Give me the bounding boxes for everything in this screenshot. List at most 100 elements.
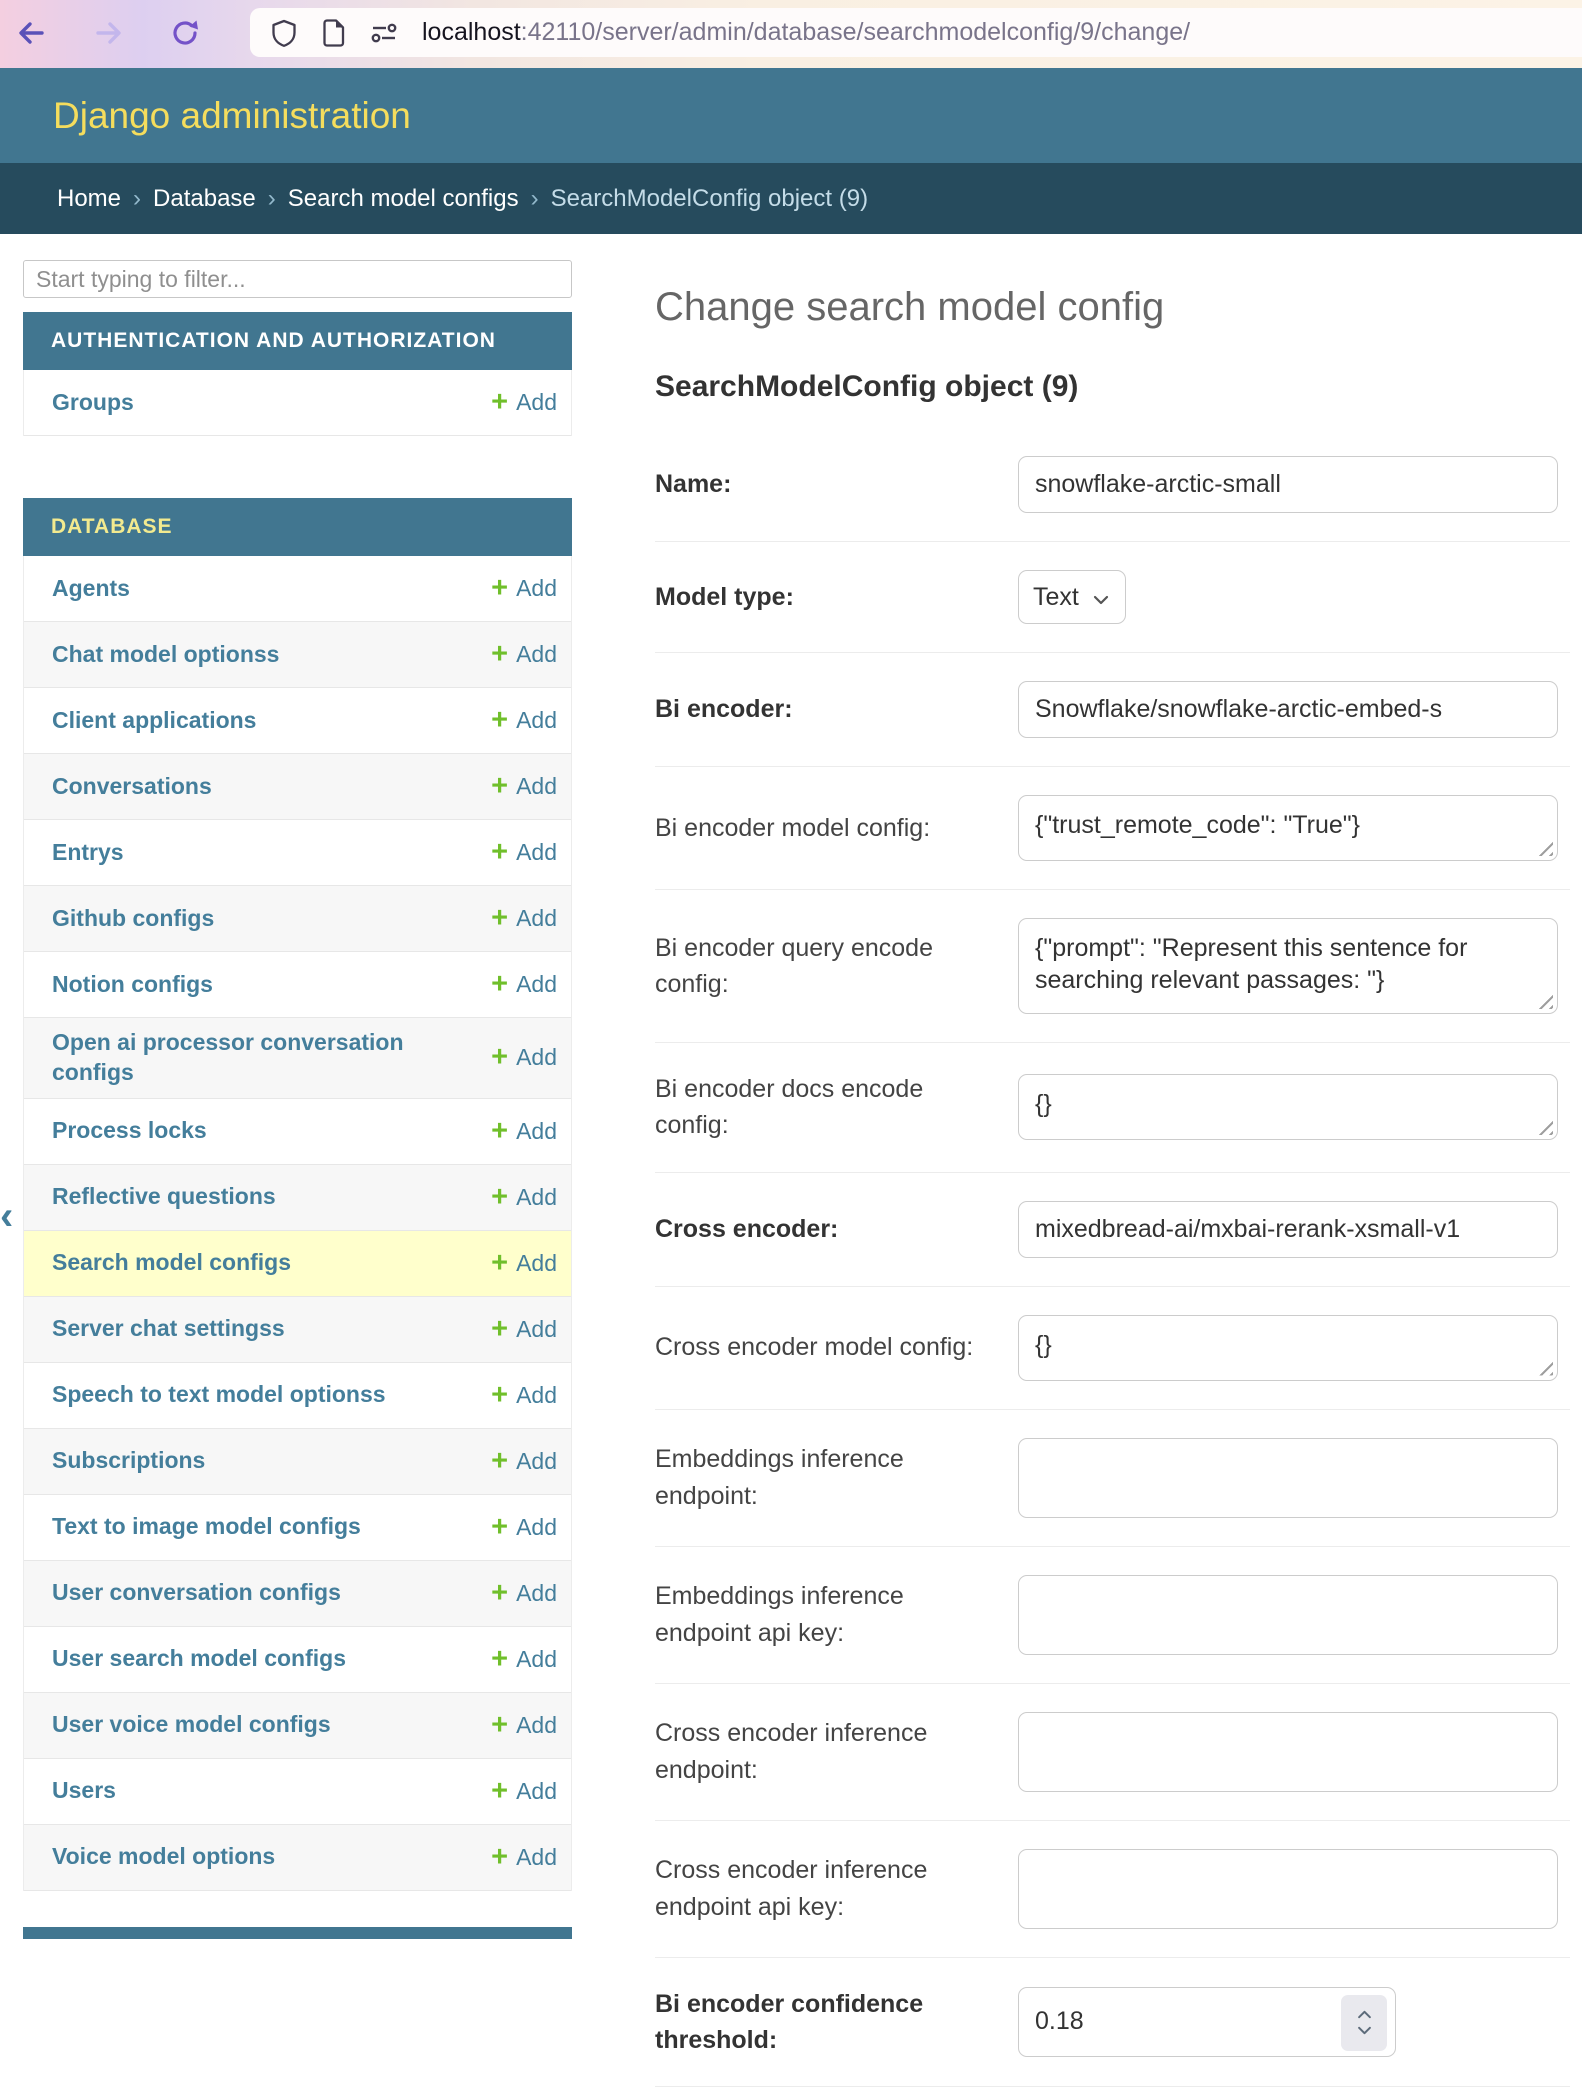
add-label: Add — [516, 1044, 557, 1071]
add-link-reflective-questions[interactable]: +Add — [491, 1183, 557, 1212]
sidebar-link-voice-model-options[interactable]: Voice model options — [52, 1842, 455, 1872]
add-link-conversations[interactable]: +Add — [491, 772, 557, 801]
sidebar-filter-input[interactable] — [23, 260, 572, 298]
sidebar-link-search-model-configs[interactable]: Search model configs — [52, 1248, 455, 1278]
breadcrumb-link-database[interactable]: Database — [153, 185, 256, 213]
shield-icon[interactable] — [268, 17, 300, 49]
add-link-open-ai-processor-conversation-configs[interactable]: +Add — [491, 1043, 557, 1072]
sidebar-link-client-applications[interactable]: Client applications — [52, 706, 455, 736]
cross-encoder-inference-endpoint-api-key-input[interactable] — [1018, 1849, 1558, 1929]
bi-encoder-docs-encode-config-textarea[interactable]: {} — [1018, 1074, 1558, 1140]
forward-icon[interactable] — [90, 14, 128, 52]
sidebar-link-server-chat-settingss[interactable]: Server chat settingss — [52, 1314, 455, 1344]
sidebar-section-caption-partial — [23, 1927, 572, 1939]
breadcrumb-current: SearchModelConfig object (9) — [551, 185, 869, 213]
sidebar-collapse-toggle[interactable]: ‹ — [0, 1196, 13, 1236]
breadcrumb-link-home[interactable]: Home — [57, 185, 121, 213]
field-label-embeddings-inference-endpoint-api-key: Embeddings inference endpoint api key: — [655, 1578, 1018, 1651]
cross-encoder-input[interactable]: mixedbread-ai/mxbai-rerank-xsmall-v1 — [1018, 1201, 1558, 1258]
cross-encoder-model-config-textarea[interactable]: {} — [1018, 1315, 1558, 1381]
sidebar-link-speech-to-text-model-optionss[interactable]: Speech to text model optionss — [52, 1380, 455, 1410]
sidebar-item-client-applications: Client applications +Add — [24, 688, 571, 754]
embeddings-inference-endpoint-api-key-input[interactable] — [1018, 1575, 1558, 1655]
add-plus-icon: + — [491, 1381, 508, 1410]
browser-toolbar: localhost:42110/server/admin/database/se… — [0, 0, 1582, 68]
bi-encoder-input[interactable]: Snowflake/snowflake-arctic-embed-s — [1018, 681, 1558, 738]
field-label-cross-encoder-inference-endpoint: Cross encoder inference endpoint: — [655, 1715, 1018, 1788]
site-title-link[interactable]: Django administration — [53, 95, 411, 137]
add-label: Add — [516, 641, 557, 668]
bi-encoder-confidence-threshold-input[interactable]: 0.18 — [1018, 1987, 1396, 2057]
add-link-notion-configs[interactable]: +Add — [491, 970, 557, 999]
sidebar-link-user-conversation-configs[interactable]: User conversation configs — [52, 1578, 455, 1608]
reload-icon[interactable] — [166, 14, 204, 52]
add-link-text-to-image-model-configs[interactable]: + Add — [491, 1513, 557, 1542]
sidebar-module-authentication-and-authorization: AUTHENTICATION AND AUTHORIZATION Groups +A… — [23, 312, 572, 436]
sidebar-link-users[interactable]: Users — [52, 1776, 455, 1806]
add-label: Add — [516, 905, 557, 932]
embeddings-inference-endpoint-input[interactable] — [1018, 1438, 1558, 1518]
add-link-entrys[interactable]: +Add — [491, 838, 557, 867]
sidebar-link-user-voice-model-configs[interactable]: User voice model configs — [52, 1710, 455, 1740]
add-link-server-chat-settingss[interactable]: +Add — [491, 1315, 557, 1344]
sidebar-section-database[interactable]: DATABASE — [23, 498, 572, 556]
sidebar-link-subscriptions[interactable]: Subscriptions — [52, 1446, 455, 1476]
add-link-github-configs[interactable]: +Add — [491, 904, 557, 933]
sidebar-item-server-chat-settingss: Server chat settingss +Add — [24, 1297, 571, 1363]
add-label: Add — [516, 575, 557, 602]
sidebar-link-user-search-model-configs[interactable]: User search model configs — [52, 1644, 455, 1674]
add-link-user-conversation-configs[interactable]: +Add — [491, 1579, 557, 1608]
number-stepper[interactable] — [1341, 1995, 1387, 2051]
add-link-agents[interactable]: +Add — [491, 574, 557, 603]
bi-encoder-model-config-textarea[interactable]: {"trust_remote_code": "True"} — [1018, 795, 1558, 861]
add-label: Add — [516, 1382, 557, 1409]
field-row-cross-encoder-inference-endpoint: Cross encoder inference endpoint: — [655, 1684, 1570, 1821]
bi-encoder-query-encode-config-textarea[interactable]: {"prompt": "Represent this sentence for … — [1018, 918, 1558, 1014]
selected-option: Text — [1033, 583, 1079, 612]
sidebar-link-text-to-image-model-configs[interactable]: Text to image model configs — [52, 1512, 455, 1542]
add-link-groups[interactable]: +Add — [491, 388, 557, 417]
sidebar-link-github-configs[interactable]: Github configs — [52, 904, 455, 934]
sidebar-link-reflective-questions[interactable]: Reflective questions — [52, 1182, 455, 1212]
sidebar-item-speech-to-text-model-optionss: Speech to text model optionss + Add — [24, 1363, 571, 1429]
permissions-sliders-icon[interactable] — [368, 17, 400, 49]
sidebar-link-chat-model-optionss[interactable]: Chat model optionss — [52, 640, 455, 670]
add-link-process-locks[interactable]: +Add — [491, 1117, 557, 1146]
breadcrumb-link-search-model-configs[interactable]: Search model configs — [288, 185, 519, 213]
add-label: Add — [516, 1514, 557, 1541]
name-input[interactable]: snowflake-arctic-small — [1018, 456, 1558, 513]
add-link-speech-to-text-model-optionss[interactable]: + Add — [491, 1381, 557, 1410]
add-plus-icon: + — [491, 1513, 508, 1542]
sidebar-section-authentication-and-authorization[interactable]: AUTHENTICATION AND AUTHORIZATION — [23, 312, 572, 370]
add-link-subscriptions[interactable]: +Add — [491, 1447, 557, 1476]
url-bar[interactable]: localhost:42110/server/admin/database/se… — [250, 8, 1582, 57]
sidebar-link-open-ai-processor-conversation-configs[interactable]: Open ai processor conversation configs — [52, 1028, 455, 1088]
sidebar-item-reflective-questions: Reflective questions +Add — [24, 1165, 571, 1231]
add-link-users[interactable]: +Add — [491, 1777, 557, 1806]
add-link-user-voice-model-configs[interactable]: +Add — [491, 1711, 557, 1740]
page-title: Change search model config — [655, 284, 1582, 330]
sidebar-link-groups[interactable]: Groups — [52, 388, 455, 418]
sidebar-item-voice-model-options: Voice model options +Add — [24, 1825, 571, 1891]
cross-encoder-inference-endpoint-input[interactable] — [1018, 1712, 1558, 1792]
field-label-embeddings-inference-endpoint: Embeddings inference endpoint: — [655, 1441, 1018, 1514]
sidebar-item-process-locks: Process locks +Add — [24, 1099, 571, 1165]
sidebar-link-agents[interactable]: Agents — [52, 574, 455, 604]
field-row-model-type: Model type:Text — [655, 542, 1570, 653]
model-type-select[interactable]: Text — [1018, 570, 1126, 624]
add-link-client-applications[interactable]: +Add — [491, 706, 557, 735]
breadcrumb-separator: › — [133, 185, 141, 213]
add-plus-icon: + — [491, 640, 508, 669]
add-link-voice-model-options[interactable]: +Add — [491, 1843, 557, 1872]
add-link-user-search-model-configs[interactable]: +Add — [491, 1645, 557, 1674]
add-link-chat-model-optionss[interactable]: + Add — [491, 640, 557, 669]
page-icon[interactable] — [318, 17, 350, 49]
add-link-search-model-configs[interactable]: +Add — [491, 1249, 557, 1278]
sidebar-link-entrys[interactable]: Entrys — [52, 838, 455, 868]
sidebar-link-conversations[interactable]: Conversations — [52, 772, 455, 802]
sidebar-item-users: Users +Add — [24, 1759, 571, 1825]
sidebar-item-subscriptions: Subscriptions +Add — [24, 1429, 571, 1495]
sidebar-link-process-locks[interactable]: Process locks — [52, 1116, 455, 1146]
back-icon[interactable] — [12, 14, 50, 52]
sidebar-link-notion-configs[interactable]: Notion configs — [52, 970, 455, 1000]
